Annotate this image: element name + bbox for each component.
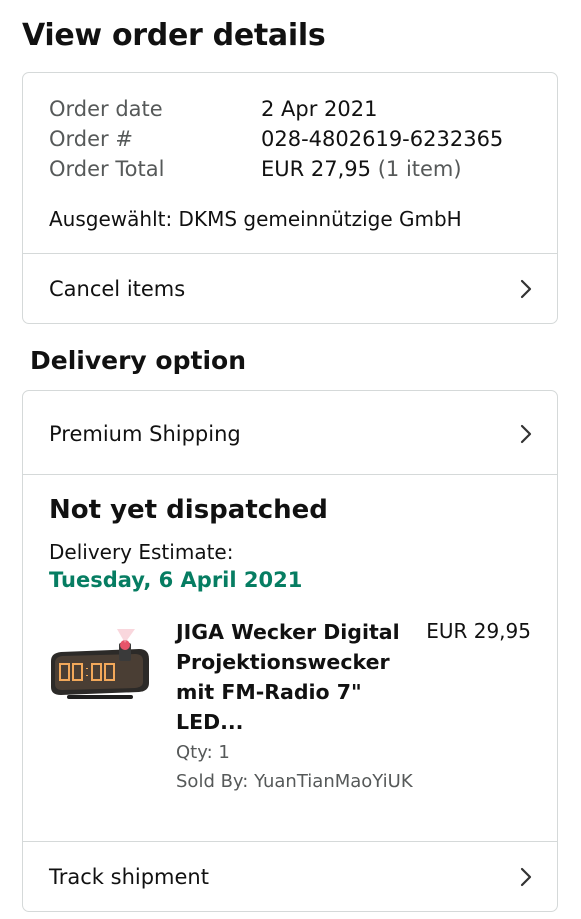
order-summary-card: Order date 2 Apr 2021 Order # 028-480261… xyxy=(22,72,558,324)
divider xyxy=(23,474,557,475)
cancel-items-button[interactable]: Cancel items xyxy=(23,254,557,323)
order-number-label: Order # xyxy=(49,127,133,151)
premium-shipping-button[interactable]: Premium Shipping xyxy=(23,399,557,469)
cancel-items-label: Cancel items xyxy=(49,277,186,301)
chevron-right-icon xyxy=(520,279,532,299)
order-date-value: 2 Apr 2021 xyxy=(261,97,378,121)
order-date-label: Order date xyxy=(49,97,163,121)
track-shipment-label: Track shipment xyxy=(49,865,209,889)
delivery-estimate-date: Tuesday, 6 April 2021 xyxy=(49,568,303,592)
delivery-card: Premium Shipping Not yet dispatched Deli… xyxy=(22,390,558,912)
track-shipment-button[interactable]: Track shipment xyxy=(23,842,557,911)
delivery-estimate-label: Delivery Estimate: xyxy=(49,540,234,564)
delivery-section-title: Delivery option xyxy=(30,346,246,375)
shipping-option-label: Premium Shipping xyxy=(49,422,241,446)
page-title: View order details xyxy=(22,18,326,53)
product-title-link[interactable]: JIGA Wecker Digital Projektionswecker mi… xyxy=(176,617,401,737)
projection-alarm-clock-image[interactable] xyxy=(47,627,153,707)
selected-charity: Ausgewählt: DKMS gemeinnützige GmbH xyxy=(49,207,462,231)
order-total-label: Order Total xyxy=(49,157,165,181)
chevron-right-icon xyxy=(520,424,532,444)
order-total-value-group: EUR 27,95 (1 item) xyxy=(261,157,462,181)
product-price: EUR 29,95 xyxy=(426,619,531,643)
order-total-value: EUR 27,95 xyxy=(261,157,372,181)
chevron-right-icon xyxy=(520,867,532,887)
product-seller: Sold By: YuanTianMaoYiUK xyxy=(176,771,413,792)
shipment-status: Not yet dispatched xyxy=(49,495,328,525)
product-quantity: Qty: 1 xyxy=(176,742,230,763)
order-item-count: (1 item) xyxy=(377,157,462,181)
order-number-value: 028-4802619-6232365 xyxy=(261,127,504,151)
